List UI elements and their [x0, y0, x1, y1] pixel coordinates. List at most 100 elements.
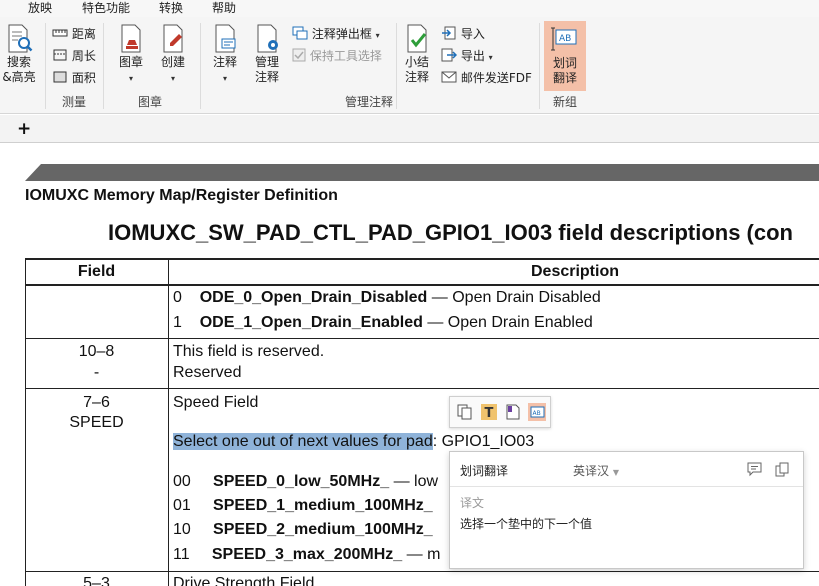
page-header-band	[25, 164, 819, 181]
column-divider	[168, 258, 169, 586]
copy-icon[interactable]	[456, 403, 474, 421]
stamp-button[interactable]: 图章 ▾	[113, 23, 149, 86]
section-title: IOMUXC Memory Map/Register Definition	[25, 187, 338, 204]
table-title: IOMUXC_SW_PAD_CTL_PAD_GPIO1_IO03 field d…	[108, 220, 793, 245]
keep-tool-checkbox[interactable]: 保持工具选择	[292, 48, 382, 64]
area-icon	[53, 71, 67, 83]
keep-tool-label: 保持工具选择	[309, 49, 382, 63]
summary-check-icon	[407, 24, 427, 53]
search-highlight-button[interactable]: 搜索 &高亮	[2, 23, 36, 85]
speed-0-code: 00	[173, 473, 191, 490]
ode-0-desc: — Open Drain Disabled	[431, 289, 601, 306]
copy-translation-icon[interactable]	[775, 462, 790, 477]
ribbon-separator	[103, 23, 104, 109]
speed-0-desc: — low	[393, 473, 439, 490]
create-label: 创建	[160, 55, 185, 69]
speed-value-row: 10 SPEED_2_medium_100MHz_	[173, 520, 433, 539]
speed-2-code: 10	[173, 521, 191, 538]
search-label-1: 搜索	[6, 55, 31, 69]
import-icon	[442, 26, 456, 40]
manage-annotations-icon	[257, 24, 278, 53]
export-dropdown-icon: ▾	[488, 53, 493, 62]
translate-label-2: 翻译	[552, 71, 577, 85]
table-border	[25, 258, 819, 260]
ribbon: 搜索 &高亮 距离 周长 面积 测量 图章 ▾ 创建 ▾ 图章 注释 ▾ 管理 …	[0, 17, 819, 114]
row-divider	[25, 388, 819, 389]
ruler-icon	[52, 29, 68, 37]
translate-selection-icon[interactable]: AB	[528, 403, 546, 421]
summary-annotations-button[interactable]: 小结 注释	[400, 23, 434, 85]
speed-1-code: 01	[173, 497, 191, 514]
annotation-popup-button[interactable]: 注释弹出框 ▾	[292, 26, 380, 44]
area-label: 面积	[71, 71, 96, 85]
speed-3-name: SPEED_3_max_200MHz_	[211, 546, 403, 563]
perimeter-icon	[53, 49, 67, 61]
perimeter-label: 周长	[71, 49, 96, 63]
drive-title: Drive Strength Field	[173, 575, 315, 586]
create-dropdown-icon: ▾	[170, 74, 175, 83]
speed-2-name: SPEED_2_medium_100MHz_	[213, 521, 433, 538]
import-button[interactable]: 导入	[441, 26, 485, 42]
distance-button[interactable]: 距离	[52, 26, 96, 42]
language-select[interactable]: 英译汉 ▼	[573, 462, 619, 479]
speed-name: SPEED	[69, 414, 124, 431]
comment-icon[interactable]	[747, 462, 762, 477]
menu-item-features[interactable]: 特色功能	[82, 0, 130, 16]
ode-1-row: 1 ODE_1_Open_Drain_Enabled — Open Drain …	[173, 313, 593, 332]
menu-item-help[interactable]: 帮助	[212, 0, 236, 16]
speed-select-line[interactable]: Select one out of next values for pad: G…	[173, 432, 534, 451]
header-description: Description	[530, 263, 619, 280]
speed-3-code: 11	[173, 546, 190, 563]
ode-0-row: 0 ODE_0_Open_Drain_Disabled — Open Drain…	[173, 288, 601, 307]
stamp-label: 图章	[118, 55, 143, 69]
reserved-bits: 10–8	[78, 343, 115, 360]
create-stamp-button[interactable]: 创建 ▾	[155, 23, 191, 86]
stamp-icon	[121, 24, 141, 53]
annotate-icon	[215, 24, 236, 53]
popup-note-icon	[292, 26, 308, 40]
menu-bar: 放映 特色功能 转换 帮助	[0, 0, 819, 17]
email-fdf-button[interactable]: 邮件发送FDF	[441, 70, 532, 86]
select-rest: : GPIO1_IO03	[432, 433, 535, 450]
text-highlight-icon[interactable]: T	[480, 403, 498, 421]
perimeter-button[interactable]: 周长	[52, 48, 96, 64]
ode-1-name: ODE_1_Open_Drain_Enabled	[199, 314, 423, 331]
selected-text[interactable]: Select one out of next values for pad	[173, 433, 433, 450]
email-icon	[441, 71, 457, 83]
ode-1-desc: — Open Drain Enabled	[427, 314, 593, 331]
ode-1-code: 1	[173, 314, 182, 331]
ode-0-code: 0	[173, 289, 182, 306]
translate-icon: AB	[551, 27, 577, 51]
note-icon[interactable]	[504, 403, 522, 421]
new-tab-button[interactable]: +	[17, 119, 31, 139]
search-label-2: &高亮	[2, 70, 36, 84]
search-document-icon	[8, 24, 33, 53]
ribbon-separator	[539, 23, 540, 109]
annotate-button[interactable]: 注释 ▾	[207, 23, 243, 86]
manage-annotations-button[interactable]: 管理 注释	[249, 23, 285, 85]
row-divider	[25, 338, 819, 339]
manage-label-1: 管理	[254, 55, 279, 69]
popup-header: 划词翻译 英译汉 ▼	[450, 452, 803, 487]
reserved-name: -	[93, 364, 100, 381]
area-button[interactable]: 面积	[52, 70, 96, 86]
export-button[interactable]: 导出 ▾	[441, 48, 493, 66]
speed-title: Speed Field	[173, 394, 259, 411]
reserved-desc-1: This field is reserved.	[173, 343, 325, 360]
speed-value-row: 00 SPEED_0_low_50MHz_ — low	[173, 472, 438, 491]
export-label: 导出	[460, 49, 485, 63]
manage-label-2: 注释	[254, 70, 279, 84]
measure-group-label: 测量	[61, 95, 86, 109]
popup-title: 划词翻译	[460, 464, 509, 478]
speed-1-name: SPEED_1_medium_100MHz_	[213, 497, 433, 514]
menu-item-convert[interactable]: 转换	[159, 0, 183, 16]
menu-item-show[interactable]: 放映	[28, 0, 52, 16]
translation-popup: 划词翻译 英译汉 ▼ 译文 选择一个垫中的下一个值	[449, 451, 804, 569]
reserved-desc-2: Reserved	[173, 364, 242, 381]
speed-bits: 7–6	[83, 394, 110, 411]
tab-strip: +	[0, 115, 819, 143]
word-translate-button[interactable]: AB 划词 翻译	[544, 21, 586, 91]
summary-label-2: 注释	[404, 70, 429, 84]
email-fdf-label: 邮件发送FDF	[460, 71, 532, 85]
checkbox-icon	[292, 48, 306, 62]
